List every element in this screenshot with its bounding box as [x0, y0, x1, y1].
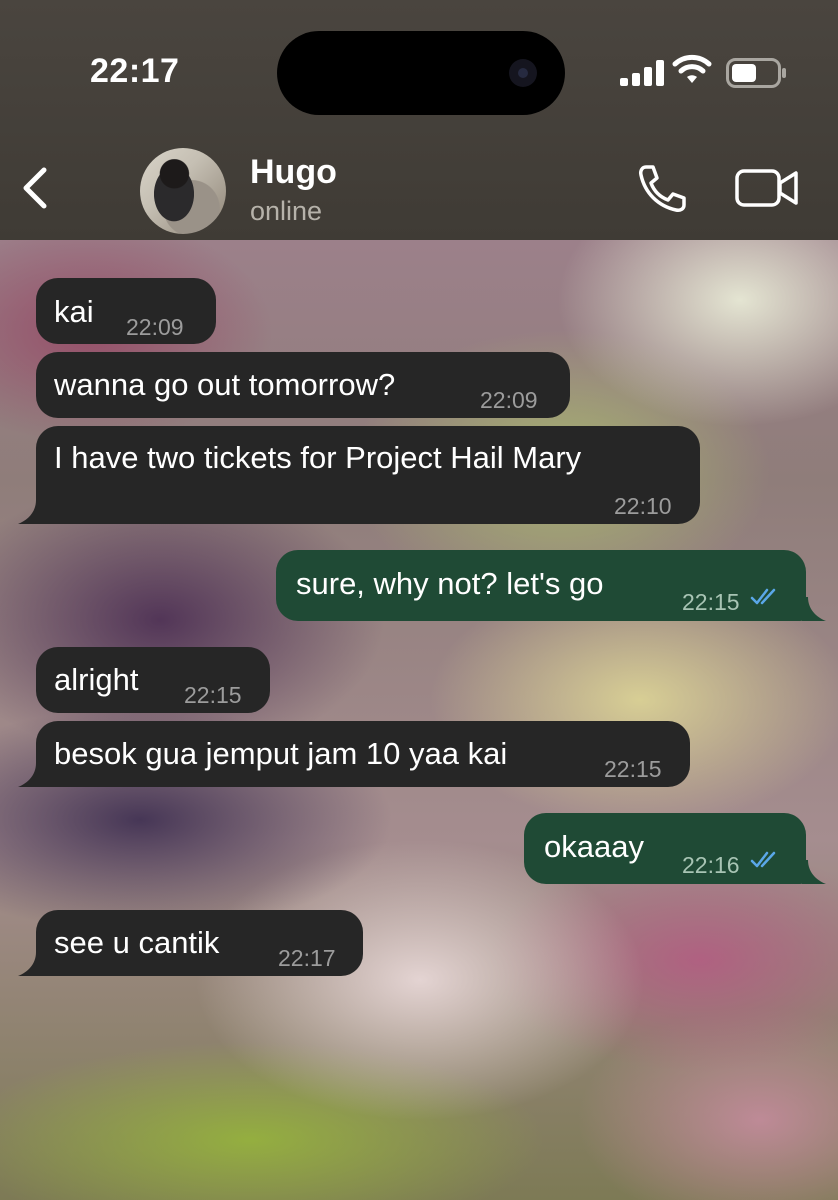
message-time: 22:10: [614, 493, 672, 519]
double-check-icon: [750, 851, 776, 868]
bubble-tail: [18, 763, 42, 787]
phone-icon[interactable]: [632, 163, 688, 213]
contact-name[interactable]: Hugo: [250, 153, 337, 192]
message-time: 22:16: [682, 852, 740, 878]
wifi-icon: [672, 54, 712, 83]
message-time: 22:09: [126, 314, 184, 340]
bubble-tail: [802, 597, 826, 621]
top-bar: 22:17 Hugo online: [0, 0, 838, 240]
message-text: alright: [54, 662, 139, 697]
video-camera-icon[interactable]: [734, 166, 800, 210]
message-time: 22:17: [278, 945, 336, 971]
message-bubble-outgoing[interactable]: sure, why not? let's go 22:15: [276, 550, 806, 621]
battery-icon: [726, 58, 786, 88]
message-text: I have two tickets for Project Hail Mary: [54, 440, 582, 475]
message-text: okaaay: [544, 829, 644, 864]
message-text: besok gua jemput jam 10 yaa kai: [54, 736, 508, 771]
bubble-tail: [18, 952, 42, 976]
signal-icon: [620, 60, 664, 86]
message-bubble-incoming[interactable]: alright 22:15: [36, 647, 270, 713]
avatar[interactable]: [140, 148, 226, 234]
back-chevron-icon[interactable]: [12, 160, 60, 216]
contact-status: online: [250, 196, 323, 226]
message-text: wanna go out tomorrow?: [54, 367, 396, 402]
message-text: sure, why not? let's go: [296, 566, 604, 601]
message-text: see u cantik: [54, 925, 220, 960]
message-bubble-incoming[interactable]: besok gua jemput jam 10 yaa kai 22:15: [36, 721, 690, 787]
message-bubble-incoming[interactable]: kai 22:09: [36, 278, 216, 344]
message-text: kai: [54, 294, 94, 329]
message-time: 22:15: [682, 589, 740, 615]
message-bubble-outgoing[interactable]: okaaay 22:16: [524, 813, 806, 884]
status-bar-time: 22:17: [90, 52, 180, 90]
message-bubble-incoming[interactable]: I have two tickets for Project Hail Mary…: [36, 426, 700, 524]
dynamic-island: [277, 31, 565, 115]
front-camera: [509, 59, 537, 87]
message-bubble-incoming[interactable]: wanna go out tomorrow? 22:09: [36, 352, 570, 418]
message-time: 22:15: [604, 756, 662, 782]
message-time: 22:15: [184, 682, 242, 708]
message-time: 22:09: [480, 387, 538, 413]
bubble-tail: [802, 860, 826, 884]
double-check-icon: [750, 588, 776, 605]
bubble-tail: [18, 500, 42, 524]
message-bubble-incoming[interactable]: see u cantik 22:17: [36, 910, 363, 976]
